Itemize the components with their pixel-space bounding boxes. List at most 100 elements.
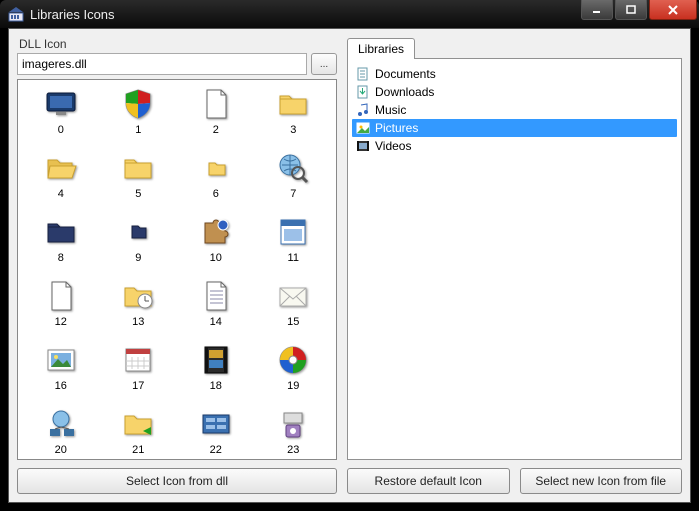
icon-index-label: 13 xyxy=(132,316,144,328)
folder-dark-small-icon xyxy=(120,214,156,250)
library-item-pictures[interactable]: Pictures xyxy=(352,119,677,137)
icon-item[interactable]: 10 xyxy=(179,214,253,264)
libraries-tree[interactable]: Documents Downloads Music Pictures Videos xyxy=(347,59,682,460)
close-button[interactable] xyxy=(649,0,697,20)
monitor-blue-icon xyxy=(43,86,79,122)
icon-item[interactable]: 6 xyxy=(179,150,253,200)
icon-index-label: 4 xyxy=(58,188,64,200)
icon-index-label: 1 xyxy=(135,124,141,136)
icon-item[interactable]: 19 xyxy=(257,342,331,392)
page-blank-icon xyxy=(43,278,79,314)
icon-item[interactable]: 3 xyxy=(257,86,331,136)
folder-share-icon xyxy=(120,406,156,442)
library-item-downloads[interactable]: Downloads xyxy=(352,83,677,101)
icon-item[interactable]: 7 xyxy=(257,150,331,200)
icon-index-label: 6 xyxy=(213,188,219,200)
pictures-icon xyxy=(355,120,371,136)
icon-index-label: 0 xyxy=(58,124,64,136)
icon-item[interactable]: 5 xyxy=(102,150,176,200)
folder-icon xyxy=(275,86,311,122)
window-controls xyxy=(581,0,697,20)
icon-index-label: 21 xyxy=(132,444,144,456)
disc-icon xyxy=(275,342,311,378)
icon-item[interactable]: 18 xyxy=(179,342,253,392)
calendar-icon xyxy=(120,342,156,378)
dll-icon-panel: DLL Icon ... 012345678910111213141516171… xyxy=(17,37,337,494)
page-lines-icon xyxy=(198,278,234,314)
icon-index-label: 5 xyxy=(135,188,141,200)
library-item-label: Music xyxy=(375,103,406,117)
icon-item[interactable]: 13 xyxy=(102,278,176,328)
library-item-documents[interactable]: Documents xyxy=(352,65,677,83)
network-icon xyxy=(43,406,79,442)
page-blank-icon xyxy=(198,86,234,122)
icon-index-label: 15 xyxy=(287,316,299,328)
dll-path-input[interactable] xyxy=(17,53,307,75)
select-from-file-button[interactable]: Select new Icon from file xyxy=(520,468,683,494)
window-blue-icon xyxy=(275,214,311,250)
icon-item[interactable]: 4 xyxy=(24,150,98,200)
icon-item[interactable]: 20 xyxy=(24,406,98,456)
library-item-music[interactable]: Music xyxy=(352,101,677,119)
icon-index-label: 7 xyxy=(290,188,296,200)
folder-open-icon xyxy=(43,150,79,186)
icon-index-label: 17 xyxy=(132,380,144,392)
icon-item[interactable]: 1 xyxy=(102,86,176,136)
icon-index-label: 2 xyxy=(213,124,219,136)
icon-item[interactable]: 16 xyxy=(24,342,98,392)
icon-index-label: 3 xyxy=(290,124,296,136)
icon-item[interactable]: 23 xyxy=(257,406,331,456)
music-icon xyxy=(355,102,371,118)
app-window: Libraries Icons DLL Icon ... 01234567891… xyxy=(0,0,699,511)
folder-small-icon xyxy=(198,150,234,186)
doc-icon xyxy=(355,66,371,82)
minimize-button[interactable] xyxy=(581,0,613,20)
icon-index-label: 12 xyxy=(55,316,67,328)
folder-dark-icon xyxy=(43,214,79,250)
envelope-icon xyxy=(275,278,311,314)
icon-item[interactable]: 8 xyxy=(24,214,98,264)
icon-item[interactable]: 9 xyxy=(102,214,176,264)
folder-clock-icon xyxy=(120,278,156,314)
library-item-label: Downloads xyxy=(375,85,434,99)
picture-icon xyxy=(43,342,79,378)
icon-item[interactable]: 17 xyxy=(102,342,176,392)
app-icon xyxy=(8,6,24,22)
library-item-label: Videos xyxy=(375,139,411,153)
icon-index-label: 22 xyxy=(210,444,222,456)
icon-item[interactable]: 12 xyxy=(24,278,98,328)
library-item-label: Pictures xyxy=(375,121,418,135)
icon-index-label: 9 xyxy=(135,252,141,264)
film-icon xyxy=(198,342,234,378)
globe-mag-icon xyxy=(275,150,311,186)
video-icon xyxy=(355,138,371,154)
icon-index-label: 16 xyxy=(55,380,67,392)
icon-item[interactable]: 21 xyxy=(102,406,176,456)
icon-index-label: 10 xyxy=(210,252,222,264)
download-icon xyxy=(355,84,371,100)
shield-icon xyxy=(120,86,156,122)
tab-strip: Libraries xyxy=(347,37,682,59)
library-item-videos[interactable]: Videos xyxy=(352,137,677,155)
icon-item[interactable]: 0 xyxy=(24,86,98,136)
restore-default-button[interactable]: Restore default Icon xyxy=(347,468,510,494)
puzzle-icon xyxy=(198,214,234,250)
icon-index-label: 23 xyxy=(287,444,299,456)
select-from-dll-button[interactable]: Select Icon from dll xyxy=(17,468,337,494)
icon-list-frame: 01234567891011121314151617181920212223 xyxy=(17,79,337,460)
icon-item[interactable]: 11 xyxy=(257,214,331,264)
dll-group-label: DLL Icon xyxy=(17,37,337,53)
maximize-button[interactable] xyxy=(615,0,647,20)
icon-list[interactable]: 01234567891011121314151617181920212223 xyxy=(18,80,336,459)
icon-index-label: 11 xyxy=(288,252,299,264)
icon-item[interactable]: 22 xyxy=(179,406,253,456)
device-icon xyxy=(275,406,311,442)
icon-item[interactable]: 15 xyxy=(257,278,331,328)
icon-item[interactable]: 2 xyxy=(179,86,253,136)
browse-button[interactable]: ... xyxy=(311,53,337,75)
tab-libraries[interactable]: Libraries xyxy=(347,38,415,59)
titlebar[interactable]: Libraries Icons xyxy=(0,0,699,28)
icon-item[interactable]: 14 xyxy=(179,278,253,328)
icon-index-label: 19 xyxy=(287,380,299,392)
icon-index-label: 18 xyxy=(210,380,222,392)
